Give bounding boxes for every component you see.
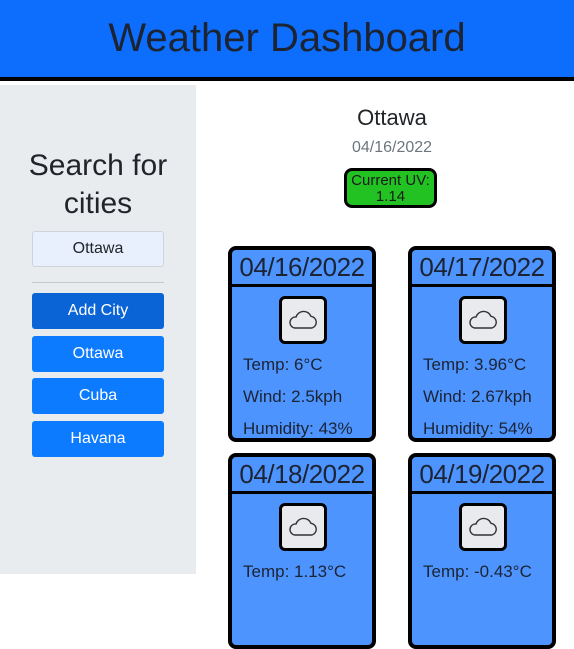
forecast-card: 04/18/2022 Temp: 1.13°C bbox=[228, 453, 376, 649]
forecast-card: 04/16/2022 Temp: 6°C Wind: 2.5kph Humidi… bbox=[228, 246, 376, 442]
city-button-cuba[interactable]: Cuba bbox=[32, 378, 164, 414]
search-title: Search for cities bbox=[28, 149, 168, 220]
uv-value: 1.14 bbox=[375, 188, 406, 205]
cloud-icon bbox=[279, 503, 327, 551]
uv-index-badge: Current UV: 1.14 bbox=[344, 168, 437, 208]
forecast-humidity: Humidity: 43% bbox=[243, 419, 353, 438]
city-search-input[interactable] bbox=[32, 231, 164, 267]
forecast-wind: Wind: 2.67kph bbox=[423, 387, 532, 406]
sidebar: Search for cities Add City Ottawa Cuba H… bbox=[0, 85, 196, 574]
forecast-date: 04/18/2022 bbox=[232, 457, 372, 494]
uv-label: Current UV: bbox=[351, 172, 430, 189]
page-title: Weather Dashboard bbox=[108, 16, 466, 60]
forecast-wind: Wind: 2.5kph bbox=[243, 387, 343, 406]
forecast-card: 04/19/2022 Temp: -0.43°C bbox=[408, 453, 556, 649]
sidebar-divider bbox=[32, 282, 164, 283]
add-city-button[interactable]: Add City bbox=[32, 293, 164, 329]
forecast-temp: Temp: 3.96°C bbox=[423, 355, 527, 374]
forecast-temp: Temp: -0.43°C bbox=[423, 562, 532, 581]
forecast-humidity: Humidity: 54% bbox=[423, 419, 533, 438]
app-header: Weather Dashboard bbox=[0, 0, 574, 81]
forecast-temp: Temp: 6°C bbox=[243, 355, 323, 374]
city-button-havana[interactable]: Havana bbox=[32, 421, 164, 457]
cloud-icon bbox=[459, 296, 507, 344]
forecast-date: 04/17/2022 bbox=[412, 250, 552, 287]
city-button-ottawa[interactable]: Ottawa bbox=[32, 336, 164, 372]
forecast-temp: Temp: 1.13°C bbox=[243, 562, 347, 581]
cloud-icon bbox=[459, 503, 507, 551]
forecast-date: 04/16/2022 bbox=[232, 250, 372, 287]
cloud-icon bbox=[279, 296, 327, 344]
forecast-date: 04/19/2022 bbox=[412, 457, 552, 494]
weather-main-panel: Ottawa 04/16/2022 Current UV: 1.14 04/16… bbox=[197, 85, 574, 649]
forecast-card: 04/17/2022 Temp: 3.96°C Wind: 2.67kph Hu… bbox=[408, 246, 556, 442]
current-date: 04/16/2022 bbox=[351, 139, 433, 156]
current-city-name: Ottawa bbox=[357, 105, 427, 130]
